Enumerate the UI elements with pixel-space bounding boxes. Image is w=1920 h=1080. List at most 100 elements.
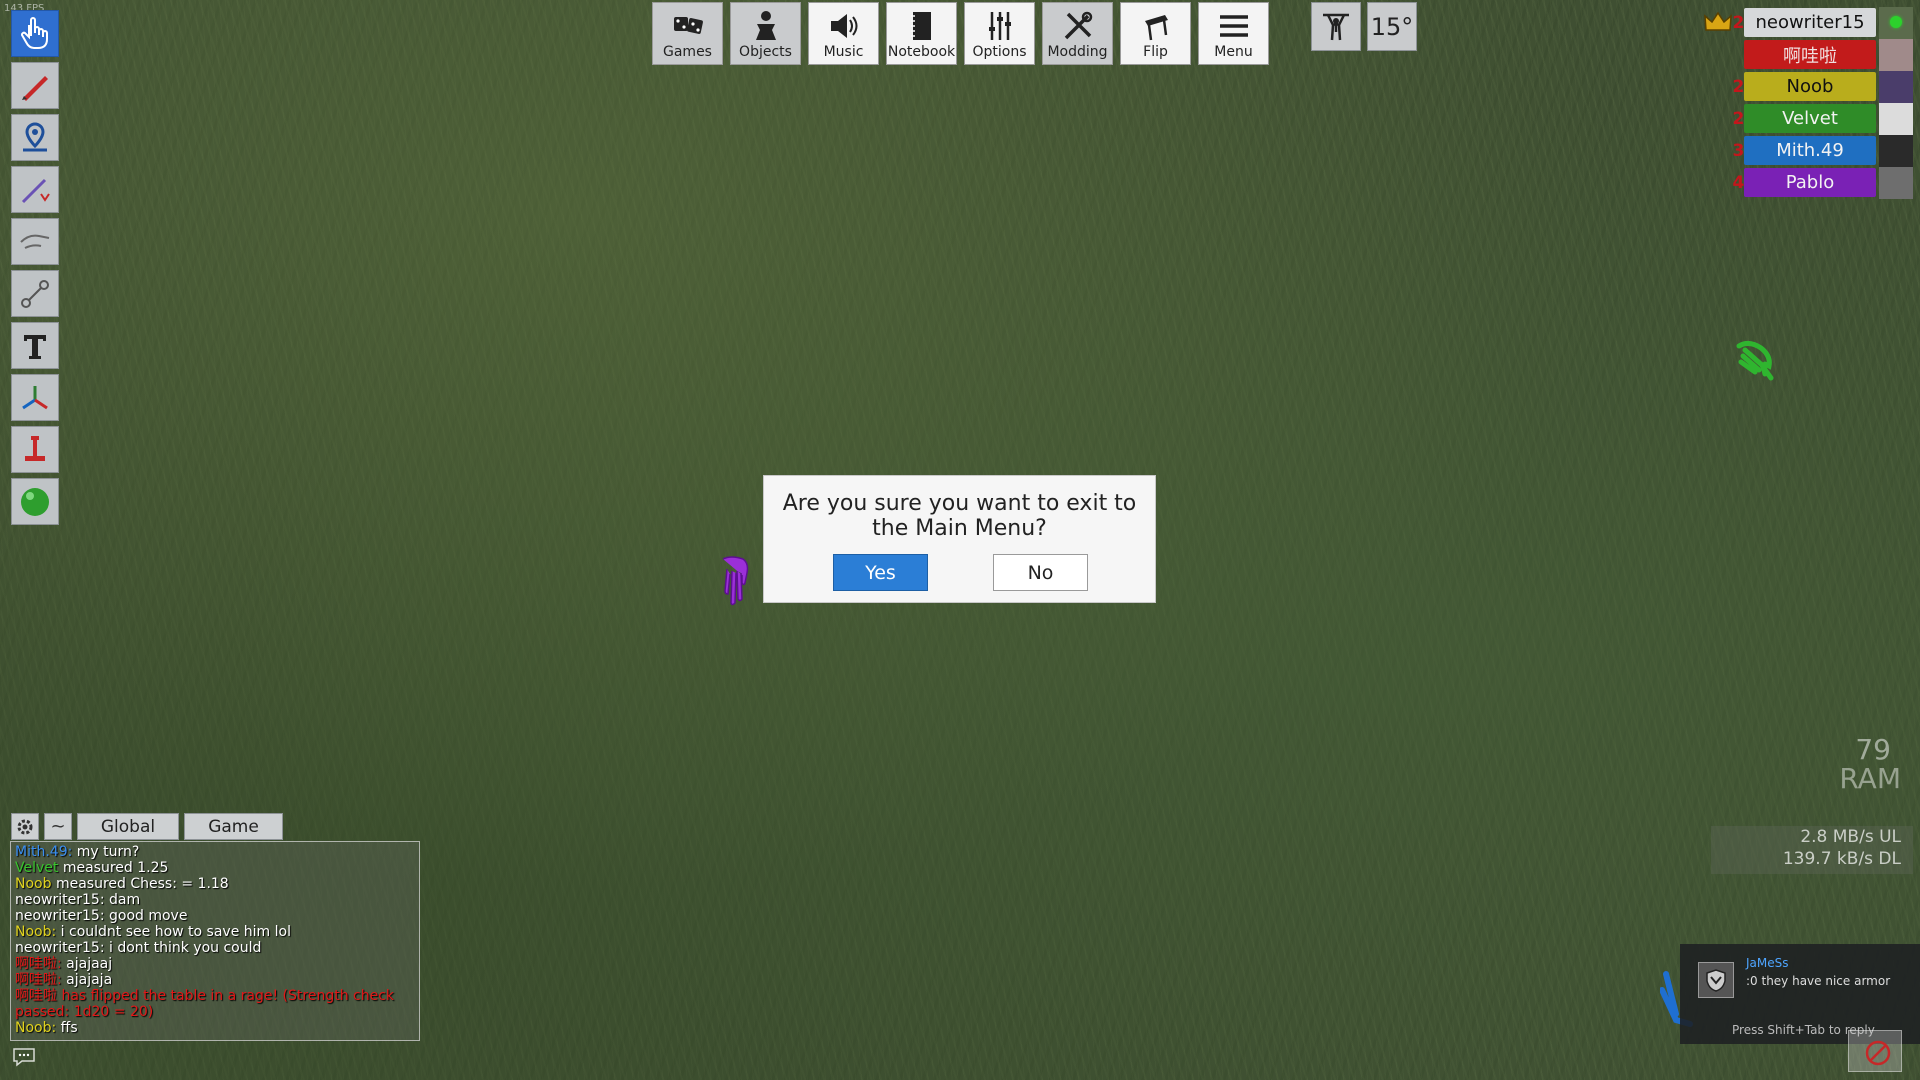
player-row: 260 Noob: [1653, 71, 1913, 103]
dialog-message: Are you sure you want to exit to the Mai…: [782, 491, 1137, 541]
avatar: [1879, 7, 1913, 39]
player-name[interactable]: Mith.49: [1744, 136, 1876, 165]
exit-confirm-dialog: Are you sure you want to exit to the Mai…: [763, 475, 1156, 603]
table-flip-icon: [1144, 15, 1168, 41]
grab-hand-icon: [21, 16, 48, 49]
speaker-icon: [830, 14, 857, 38]
notebook-button[interactable]: Notebook: [886, 2, 957, 65]
chat-line: Mith.49: my turn?: [15, 844, 140, 860]
crown-icon: [1704, 11, 1732, 31]
chat-line: Noob: i couldnt see how to save him lol: [15, 924, 291, 940]
player-row: 249 Velvet: [1653, 103, 1913, 135]
hamburger-icon: [1219, 15, 1248, 37]
chat-log[interactable]: Mith.49: my turn? Velvet measured 1.25 N…: [10, 841, 420, 1041]
music-label: Music: [823, 44, 864, 60]
options-button[interactable]: Options: [964, 2, 1035, 65]
upload-rate: 2.8 MB/s UL: [1800, 827, 1901, 847]
games-button[interactable]: Games: [652, 2, 723, 65]
player-row: 啊哇啦: [1653, 39, 1913, 71]
player-list: 253 neowriter15 啊哇啦 260 Noob 249 Velvet …: [1653, 7, 1913, 199]
online-indicator: [1890, 16, 1902, 28]
chat-line: Velvet measured 1.25: [15, 860, 169, 876]
no-button[interactable]: No: [993, 554, 1088, 591]
text-tool-button[interactable]: [11, 322, 59, 369]
snap-tool-button[interactable]: [11, 426, 59, 473]
flick-icon: [20, 234, 50, 249]
chat-system-line: 啊哇啦 has flipped the table in a rage! (St…: [15, 988, 395, 1020]
chat-line: neowriter15: dam: [15, 892, 141, 908]
notification-text: :0 they have nice armor: [1746, 974, 1891, 988]
chat-line: 啊哇啦: ajajaja: [15, 972, 113, 988]
top-toolbar-extra: 15°: [1311, 2, 1417, 51]
line-tool-button[interactable]: [11, 166, 59, 213]
pen-tool-button[interactable]: [11, 62, 59, 109]
no-entry-icon: [1865, 1040, 1891, 1066]
gizmo-tool-button[interactable]: [11, 374, 59, 421]
green-player-hand-icon: [1736, 340, 1774, 381]
chat-line: Noob measured Chess: = 1.18: [15, 876, 229, 892]
menu-button[interactable]: Menu: [1198, 2, 1269, 65]
tools-icon: [1064, 11, 1092, 40]
modding-button[interactable]: Modding: [1042, 2, 1113, 65]
line-icon: [21, 178, 50, 203]
yes-button[interactable]: Yes: [833, 554, 928, 591]
corner-button[interactable]: [1848, 1030, 1902, 1072]
flick-tool-button[interactable]: [11, 218, 59, 265]
options-label: Options: [972, 44, 1027, 60]
pin-tool-button[interactable]: [11, 114, 59, 161]
avatar: [1879, 71, 1913, 103]
tab-game[interactable]: Game: [184, 813, 283, 840]
avatar: [1879, 135, 1913, 167]
rotation-angle-button[interactable]: 15°: [1367, 2, 1417, 51]
armor-avatar-icon: [1706, 969, 1726, 992]
notebook-label: Notebook: [887, 44, 956, 60]
chat-settings-button[interactable]: [11, 813, 39, 840]
player-row: 253 neowriter15: [1653, 7, 1913, 39]
flip-button[interactable]: Flip: [1120, 2, 1191, 65]
components-tool-button[interactable]: [11, 478, 59, 525]
music-button[interactable]: Music: [808, 2, 879, 65]
pen-icon: [22, 75, 48, 101]
top-toolbar: Games Objects Music Notebook Options Mod…: [652, 2, 1269, 65]
pin-icon: [23, 121, 47, 151]
chat-bubble-icon[interactable]: [11, 1046, 37, 1068]
player-row: 321 Mith.49: [1653, 135, 1913, 167]
notification-sender: JaMeSs: [1746, 956, 1789, 970]
player-name[interactable]: Noob: [1744, 72, 1876, 101]
avatar: [1879, 167, 1913, 199]
joint-tool-button[interactable]: [11, 270, 59, 317]
menu-label: Menu: [1214, 44, 1253, 60]
gear-icon: [17, 819, 33, 834]
objects-label: Objects: [739, 44, 792, 60]
tab-global[interactable]: Global: [77, 813, 179, 840]
left-toolbar: [11, 10, 61, 530]
joint-icon: [21, 279, 49, 308]
chat-line: neowriter15: good move: [15, 908, 188, 924]
lift-button[interactable]: [1311, 2, 1361, 51]
gizmo-icon: [22, 385, 48, 409]
dice-icon: [673, 17, 703, 34]
download-rate: 139.7 kB/s DL: [1782, 849, 1901, 869]
text-tool-icon: [24, 334, 46, 359]
objects-button[interactable]: Objects: [730, 2, 801, 65]
chat-line: Noob: ffs: [15, 1020, 78, 1036]
network-stats: 2.8 MB/s UL 139.7 kB/s DL: [1711, 826, 1913, 874]
purple-player-hand-icon: [722, 556, 749, 606]
avatar: [1879, 103, 1913, 135]
chat-line: 啊哇啦: ajajaaj: [15, 956, 113, 972]
snap-point-icon: [25, 435, 45, 461]
player-name[interactable]: Pablo: [1744, 168, 1876, 197]
flip-label: Flip: [1143, 44, 1168, 60]
message-notification[interactable]: JaMeSs :0 they have nice armor Press Shi…: [1680, 944, 1920, 1044]
player-name[interactable]: neowriter15: [1744, 8, 1876, 37]
player-name[interactable]: Velvet: [1744, 104, 1876, 133]
chat-tabs: ~ Global Game: [11, 813, 283, 840]
ram-label: RAM: [1839, 762, 1901, 795]
player-name[interactable]: 啊哇啦: [1744, 40, 1876, 69]
green-ball-icon: [21, 487, 49, 516]
games-label: Games: [663, 44, 712, 60]
sliders-icon: [988, 12, 1011, 40]
chat-toggle-button[interactable]: ~: [44, 813, 72, 840]
avatar: [1698, 962, 1734, 998]
grab-tool-button[interactable]: [11, 10, 59, 57]
